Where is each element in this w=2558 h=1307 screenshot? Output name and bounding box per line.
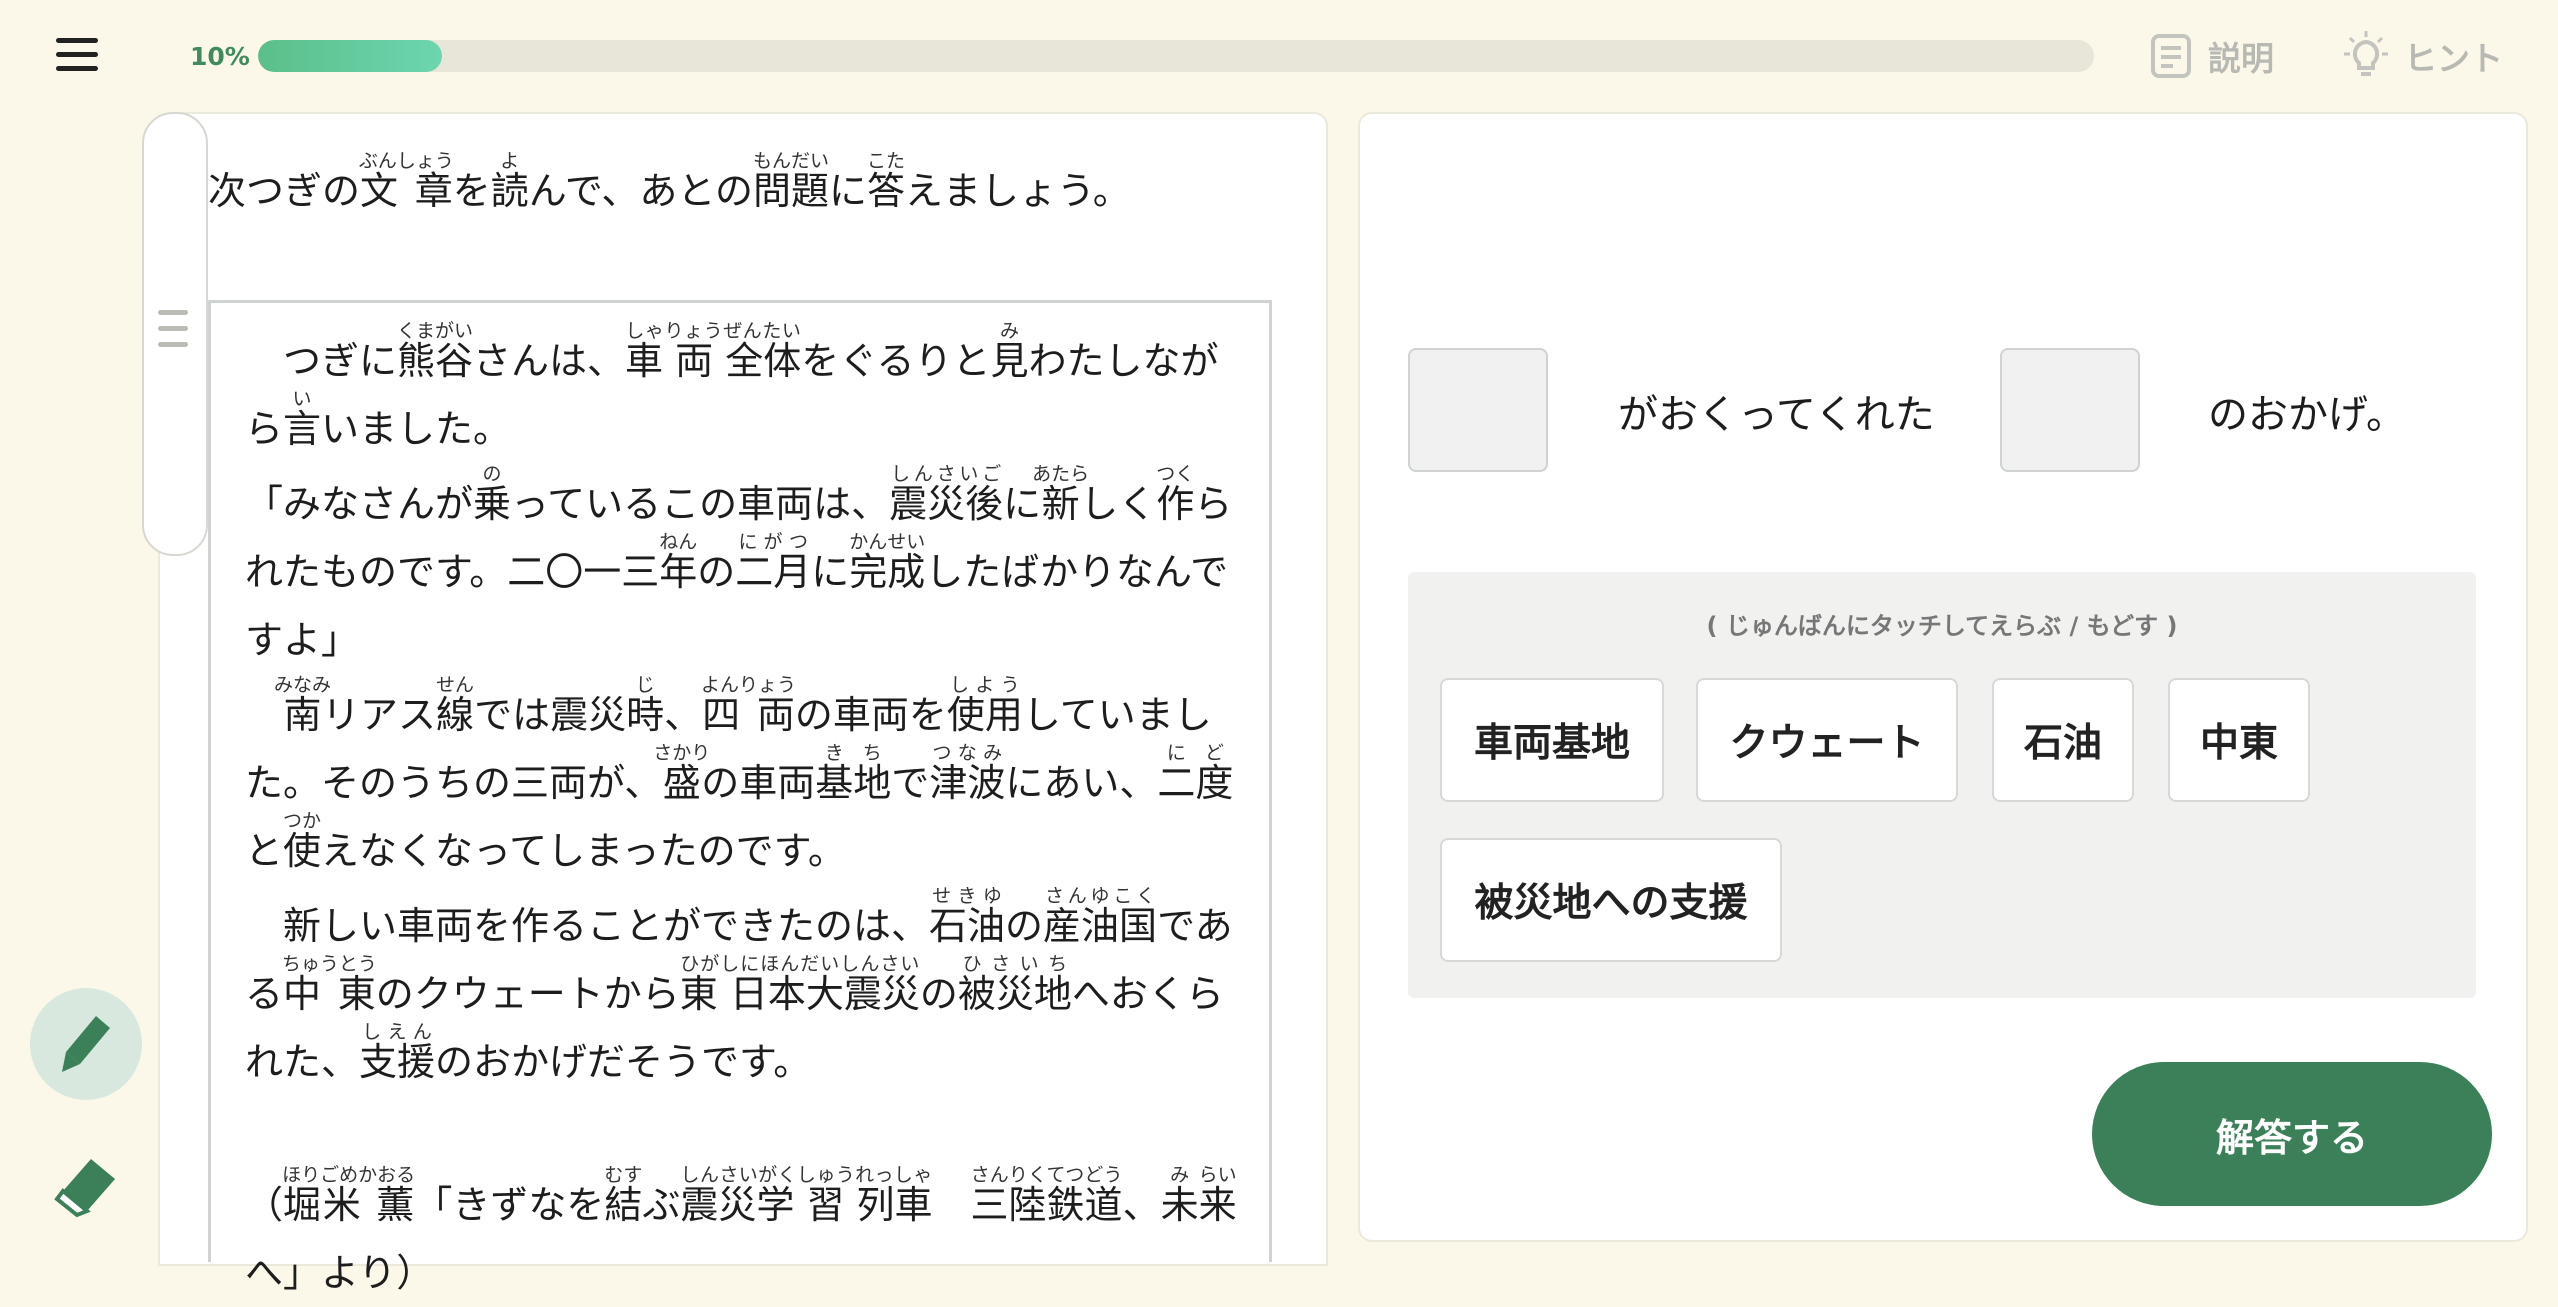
progress-percent: 10%	[190, 42, 250, 71]
choice-hint: ( じゅんばんにタッチしてえらぶ / もどす )	[1706, 612, 2178, 640]
passage-source: （堀米 薫ほりごめかおる「きずなを結むすぶ震災学 習 列車しんさいがくしゅうれっ…	[245, 1164, 1237, 1295]
answer-blank-1[interactable]	[1408, 348, 1548, 472]
choice-chip-middle-east[interactable]: 中東	[2168, 678, 2310, 802]
instruction-text: 次つぎの文 章ぶんしょうを読よんで、あとの問題もんだいに答こたえましょう。	[208, 150, 1131, 213]
passage-text: つぎに熊谷くまがいさんは、車 両 全体しゃりょうぜんたいをぐるりと見みわたしなが…	[245, 320, 1245, 1307]
document-icon	[2151, 34, 2191, 78]
passage-paragraph-1: つぎに熊谷くまがいさんは、車 両 全体しゃりょうぜんたいをぐるりと見みわたしなが…	[245, 320, 1219, 451]
pencil-icon	[62, 1016, 110, 1072]
choice-chip-vehicle-depot[interactable]: 車両基地	[1440, 678, 1664, 802]
hint-label: ヒント	[2404, 39, 2503, 78]
choice-chip-kuwait[interactable]: クウェート	[1696, 678, 1958, 802]
progress-bar	[258, 40, 2094, 72]
explain-button[interactable]: 説明	[2150, 30, 2274, 82]
question-text-middle: がおくってくれた	[1618, 392, 1935, 438]
eraser-tool-button[interactable]	[40, 1140, 132, 1232]
lightbulb-icon	[2344, 31, 2388, 76]
passage-paragraph-2: 「みなさんが乗のっているこの車両は、震災後しんさいごに新あたらしく作つくられたも…	[245, 463, 1233, 662]
pencil-tool-button[interactable]	[30, 988, 142, 1100]
submit-answer-button[interactable]: 解答する	[2092, 1062, 2492, 1206]
passage-paragraph-4: 新しい車両を作ることができたのは、石油せきゆの産油国さんゆこくである中 東ちゅう…	[245, 885, 1233, 1084]
panel-drag-handle[interactable]	[142, 112, 208, 556]
passage-paragraph-3: 南みなみリアス線せんでは震災時じ、四 両よんりょうの車両を使用しようしていました…	[245, 674, 1234, 873]
question-text-end: のおかげ。	[2208, 392, 2406, 438]
eraser-icon	[54, 1159, 115, 1218]
hint-button[interactable]: ヒント	[2342, 30, 2503, 82]
choice-chip-disaster-support[interactable]: 被災地への支援	[1440, 838, 1782, 962]
answer-blank-2[interactable]	[2000, 348, 2140, 472]
menu-icon[interactable]	[56, 38, 98, 74]
choice-chip-oil[interactable]: 石油	[1992, 678, 2134, 802]
progress-fill	[258, 40, 442, 72]
explain-label: 説明	[2208, 39, 2274, 78]
